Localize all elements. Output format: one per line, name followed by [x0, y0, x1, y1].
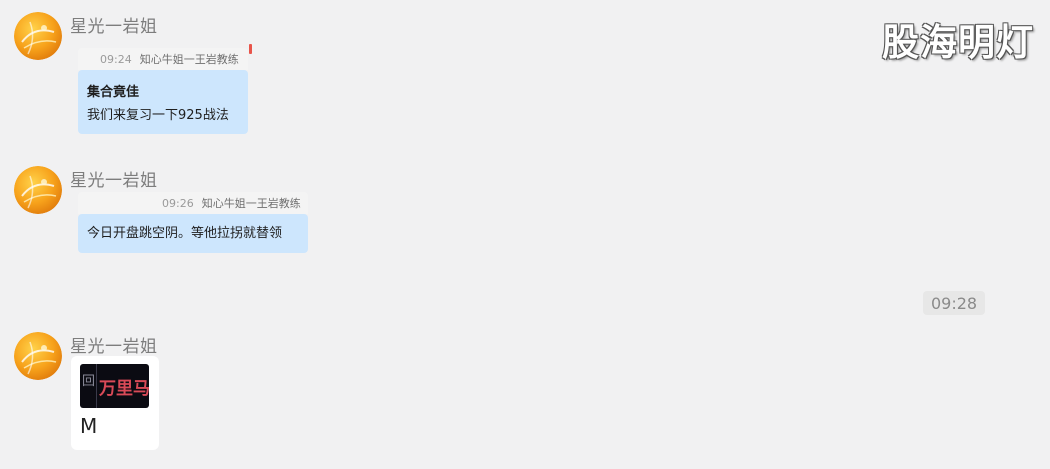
- thumbnail-text: 万里马: [99, 379, 149, 399]
- sender-name[interactable]: 星光一岩姐: [70, 12, 158, 37]
- sender-name[interactable]: 星光一岩姐: [70, 332, 158, 357]
- quote-author[interactable]: 知心牛姐一王岩教练: [202, 195, 301, 211]
- avatar[interactable]: [14, 166, 62, 214]
- watermark-logo: 股海明灯: [882, 21, 1034, 64]
- message-line: 今日开盘跳空阴。等他拉拐就替领: [87, 226, 283, 241]
- avatar-image: [14, 12, 62, 60]
- thumbnail-divider: [96, 364, 97, 408]
- quote-header: 09:26 知心牛姐一王岩教练: [78, 192, 308, 214]
- card-thumbnail[interactable]: 回 万里马: [80, 364, 149, 408]
- sender-name[interactable]: 星光一岩姐: [70, 166, 158, 191]
- avatar-image: [14, 166, 62, 214]
- quote-time: 09:26: [162, 196, 194, 210]
- avatar-image: [14, 332, 62, 380]
- message-line: 集合竟佳: [87, 85, 140, 100]
- quote-author[interactable]: 知心牛姐一王岩教练: [140, 51, 239, 67]
- shared-card[interactable]: 回 万里马 M: [71, 356, 159, 450]
- card-caption: M: [80, 414, 98, 438]
- avatar[interactable]: [14, 12, 62, 60]
- message-bubble[interactable]: 今日开盘跳空阴。等他拉拐就替领: [78, 214, 308, 253]
- message-bubble[interactable]: 集合竟佳 我们来复习一下925战法: [78, 70, 248, 134]
- unread-marker: [249, 44, 252, 54]
- thumbnail-edge-text: 回: [82, 374, 96, 389]
- quote-header: 09:24 知心牛姐一王岩教练: [78, 48, 248, 70]
- chat-window: 股海明灯 星光一岩姐 09:24 知心牛姐一王岩教练 集合竟佳 我们来复习一下9…: [0, 0, 1050, 469]
- avatar[interactable]: [14, 332, 62, 380]
- time-divider: 09:28: [923, 291, 986, 315]
- quote-time: 09:24: [100, 52, 132, 66]
- message-line: 我们来复习一下925战法: [87, 108, 229, 123]
